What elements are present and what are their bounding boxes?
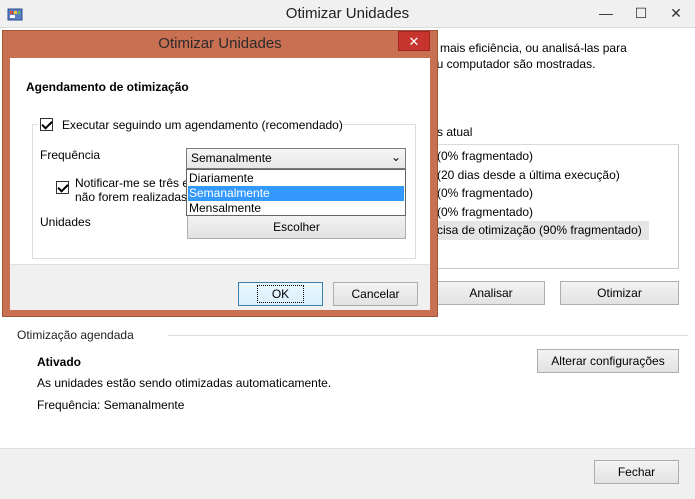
run-on-schedule-checkbox[interactable] — [40, 118, 53, 131]
chevron-down-icon: ⌄ — [390, 150, 401, 164]
notify-checkbox[interactable] — [56, 181, 69, 194]
close-icon[interactable]: ✕ — [659, 0, 693, 26]
close-button[interactable]: Fechar — [594, 460, 679, 484]
scheduled-section-heading: Otimização agendada — [17, 328, 134, 342]
drive-row-status-selected[interactable]: cisa de otimização (90% fragmentado) — [425, 221, 649, 240]
dialog-footer-divider — [10, 264, 430, 265]
optimize-button[interactable]: Otimizar — [560, 281, 679, 305]
defrag-app-icon — [7, 6, 23, 22]
drive-row-status[interactable]: (0% fragmentado) — [437, 184, 533, 203]
maximize-icon[interactable]: ☐ — [624, 0, 658, 26]
schedule-frequency: Frequência: Semanalmente — [37, 398, 185, 412]
section-divider — [168, 335, 688, 336]
frequency-dropdown-list[interactable]: Diariamente Semanalmente Mensalmente — [186, 169, 406, 216]
notify-label[interactable]: Notificar-me se três e não forem realiza… — [75, 176, 189, 204]
choose-drives-button[interactable]: Escolher — [187, 215, 406, 239]
frequency-label: Frequência — [40, 148, 101, 162]
status-column-header[interactable]: tus atual — [425, 121, 679, 145]
dialog-section-title: Agendamento de otimização — [26, 80, 189, 94]
drive-row-status[interactable]: (20 dias desde a última execução) — [437, 166, 620, 185]
dialog-close-icon[interactable]: ✕ — [398, 31, 430, 51]
schedule-state: Ativado — [37, 355, 82, 369]
frequency-option-weekly[interactable]: Semanalmente — [187, 185, 405, 202]
analyze-button[interactable]: Analisar — [437, 281, 545, 305]
group-border-top-left — [32, 124, 38, 125]
minimize-icon[interactable]: — — [589, 0, 623, 26]
frequency-option-monthly[interactable]: Mensalmente — [188, 201, 404, 216]
run-on-schedule-label[interactable]: Executar seguindo um agendamento (recome… — [62, 118, 343, 132]
cancel-button[interactable]: Cancelar — [333, 282, 418, 306]
frequency-select[interactable]: Semanalmente ⌄ — [186, 148, 406, 169]
frequency-option-daily[interactable]: Diariamente — [188, 171, 404, 186]
intro-text-line-1: n mais eficiência, ou analisá-las para — [430, 41, 627, 55]
ok-button[interactable]: OK — [238, 282, 323, 306]
notify-label-line-1: Notificar-me se três e — [75, 176, 190, 190]
drive-row-status[interactable]: (0% fragmentado) — [437, 203, 533, 222]
footer-bar — [0, 448, 695, 499]
dialog-title: Otimizar Unidades — [158, 35, 282, 52]
frequency-selected-value: Semanalmente — [191, 151, 272, 165]
intro-text-line-2: eu computador são mostradas. — [430, 57, 596, 71]
group-border-top-right — [342, 124, 416, 125]
change-settings-button[interactable]: Alterar configurações — [537, 349, 679, 373]
drive-row-status[interactable]: (0% fragmentado) — [437, 147, 533, 166]
schedule-description: As unidades estão sendo otimizadas autom… — [37, 376, 332, 390]
drives-label: Unidades — [40, 215, 91, 229]
notify-label-line-2: não forem realizadas — [75, 190, 188, 204]
